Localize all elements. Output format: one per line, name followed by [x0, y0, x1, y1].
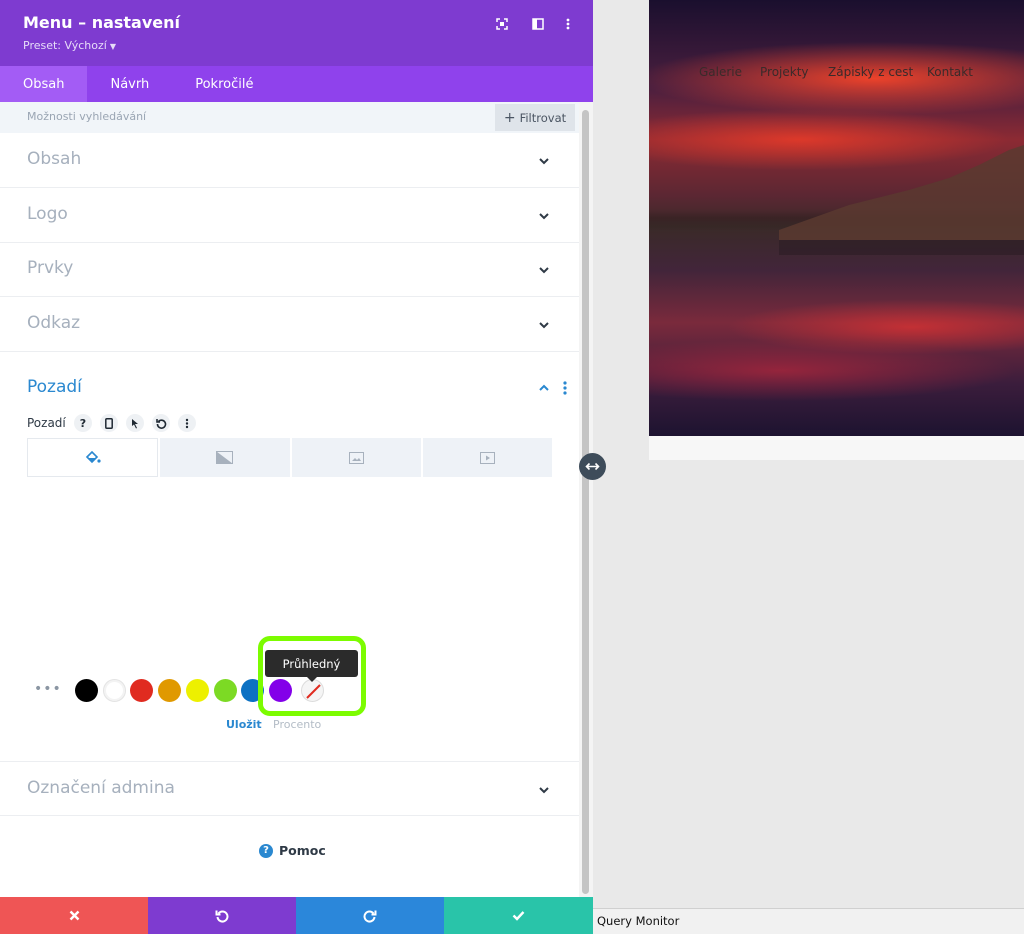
- bg-tab-color[interactable]: [27, 438, 159, 477]
- resize-arrows-icon: [585, 462, 600, 471]
- section-more-icon[interactable]: [559, 380, 571, 396]
- swatch-green[interactable]: [214, 679, 237, 702]
- swatch-white[interactable]: [103, 679, 126, 702]
- more-options-icon[interactable]: [558, 14, 578, 34]
- reset-icon[interactable]: [152, 414, 170, 432]
- filter-button[interactable]: + Filtrovat: [495, 104, 575, 131]
- redo-icon: [363, 910, 377, 923]
- bg-tab-gradient[interactable]: [160, 438, 290, 477]
- preset-label: Preset: Výchozí: [23, 39, 107, 52]
- section-content[interactable]: Obsah: [0, 133, 579, 188]
- nav-link-contact[interactable]: Kontakt: [927, 65, 973, 79]
- more-colors-icon[interactable]: •••: [34, 681, 62, 697]
- section-link[interactable]: Odkaz: [0, 297, 579, 352]
- paint-bucket-icon: [85, 450, 101, 463]
- caret-down-icon: ▼: [109, 42, 116, 51]
- settings-panel: Menu – nastavení Preset: Výchozí ▼ Obsah …: [0, 0, 593, 934]
- hover-cursor-icon[interactable]: [126, 414, 144, 432]
- nav-link-travel[interactable]: Zápisky z cest: [828, 65, 913, 79]
- panel-footer: [0, 897, 593, 934]
- section-logo[interactable]: Logo: [0, 188, 579, 243]
- chevron-down-icon: [539, 158, 549, 165]
- bg-tab-image[interactable]: [291, 438, 421, 477]
- preset-selector[interactable]: Preset: Výchozí ▼: [23, 39, 116, 52]
- tab-content[interactable]: Obsah: [0, 66, 88, 102]
- tab-design[interactable]: Návrh: [87, 66, 172, 102]
- help-circle-icon: ?: [259, 843, 273, 858]
- nav-link-gallery[interactable]: Galerie: [699, 65, 742, 79]
- help-question-icon[interactable]: ?: [74, 414, 92, 432]
- background-field-label: Pozadí: [27, 416, 66, 430]
- redo-button[interactable]: [296, 897, 444, 934]
- bg-tab-video[interactable]: [422, 438, 552, 477]
- close-icon: [69, 910, 79, 921]
- video-icon: [479, 451, 495, 464]
- split-view-icon[interactable]: [528, 14, 548, 34]
- panel-scrollbar[interactable]: [579, 102, 593, 897]
- gradient-icon: [216, 451, 234, 464]
- chevron-down-icon: [539, 787, 549, 794]
- swatch-red[interactable]: [130, 679, 153, 702]
- nav-link-projects[interactable]: Projekty: [760, 65, 809, 79]
- section-title: Označení admina: [27, 778, 175, 798]
- chevron-up-icon[interactable]: [536, 380, 552, 396]
- undo-button[interactable]: [148, 897, 296, 934]
- section-elements[interactable]: Prvky: [0, 242, 579, 297]
- section-title: Prvky: [27, 258, 74, 278]
- field-more-icon[interactable]: [178, 414, 196, 432]
- mobile-icon[interactable]: [100, 414, 118, 432]
- search-options-row: Možnosti vyhledávání + Filtrovat: [0, 102, 579, 133]
- swatch-yellow[interactable]: [186, 679, 209, 702]
- image-icon: [348, 451, 364, 464]
- chevron-down-icon: [539, 267, 549, 274]
- section-title: Logo: [27, 204, 68, 224]
- section-title: Obsah: [27, 149, 82, 169]
- panel-tabs: Obsah Návrh Pokročilé: [0, 66, 593, 102]
- swatch-black[interactable]: [75, 679, 98, 702]
- chevron-down-icon: [539, 213, 549, 220]
- query-monitor-bar[interactable]: Query Monitor: [593, 908, 1024, 934]
- panel-header: Menu – nastavení Preset: Výchozí ▼: [0, 0, 593, 66]
- plus-icon: +: [503, 109, 516, 126]
- save-color-button[interactable]: Uložit: [226, 718, 262, 731]
- section-title: Odkaz: [27, 313, 81, 333]
- checkmark-icon: [512, 911, 525, 921]
- undo-icon: [215, 910, 229, 923]
- chevron-down-icon: [539, 322, 549, 329]
- tab-advanced[interactable]: Pokročilé: [172, 66, 276, 102]
- scrollbar-thumb[interactable]: [582, 110, 589, 894]
- query-monitor-label[interactable]: Query Monitor: [597, 914, 679, 928]
- help-label: Pomoc: [279, 843, 326, 858]
- save-settings-button[interactable]: [444, 897, 593, 934]
- swatch-orange[interactable]: [158, 679, 181, 702]
- resize-handle[interactable]: [579, 453, 606, 480]
- discard-button[interactable]: [0, 897, 148, 934]
- fullscreen-icon[interactable]: [492, 14, 512, 34]
- filter-label: Filtrovat: [519, 110, 567, 125]
- panel-title: Menu – nastavení: [23, 13, 181, 32]
- transparent-tooltip: Průhledný: [265, 650, 358, 682]
- background-type-tabs: [27, 438, 552, 477]
- help-link[interactable]: ? Pomoc: [259, 843, 326, 858]
- percent-toggle[interactable]: Procento: [273, 718, 321, 731]
- section-background-title[interactable]: Pozadí: [27, 377, 82, 397]
- search-options-input[interactable]: Možnosti vyhledávání: [27, 110, 146, 123]
- section-admin-label[interactable]: Označení admina: [0, 761, 579, 816]
